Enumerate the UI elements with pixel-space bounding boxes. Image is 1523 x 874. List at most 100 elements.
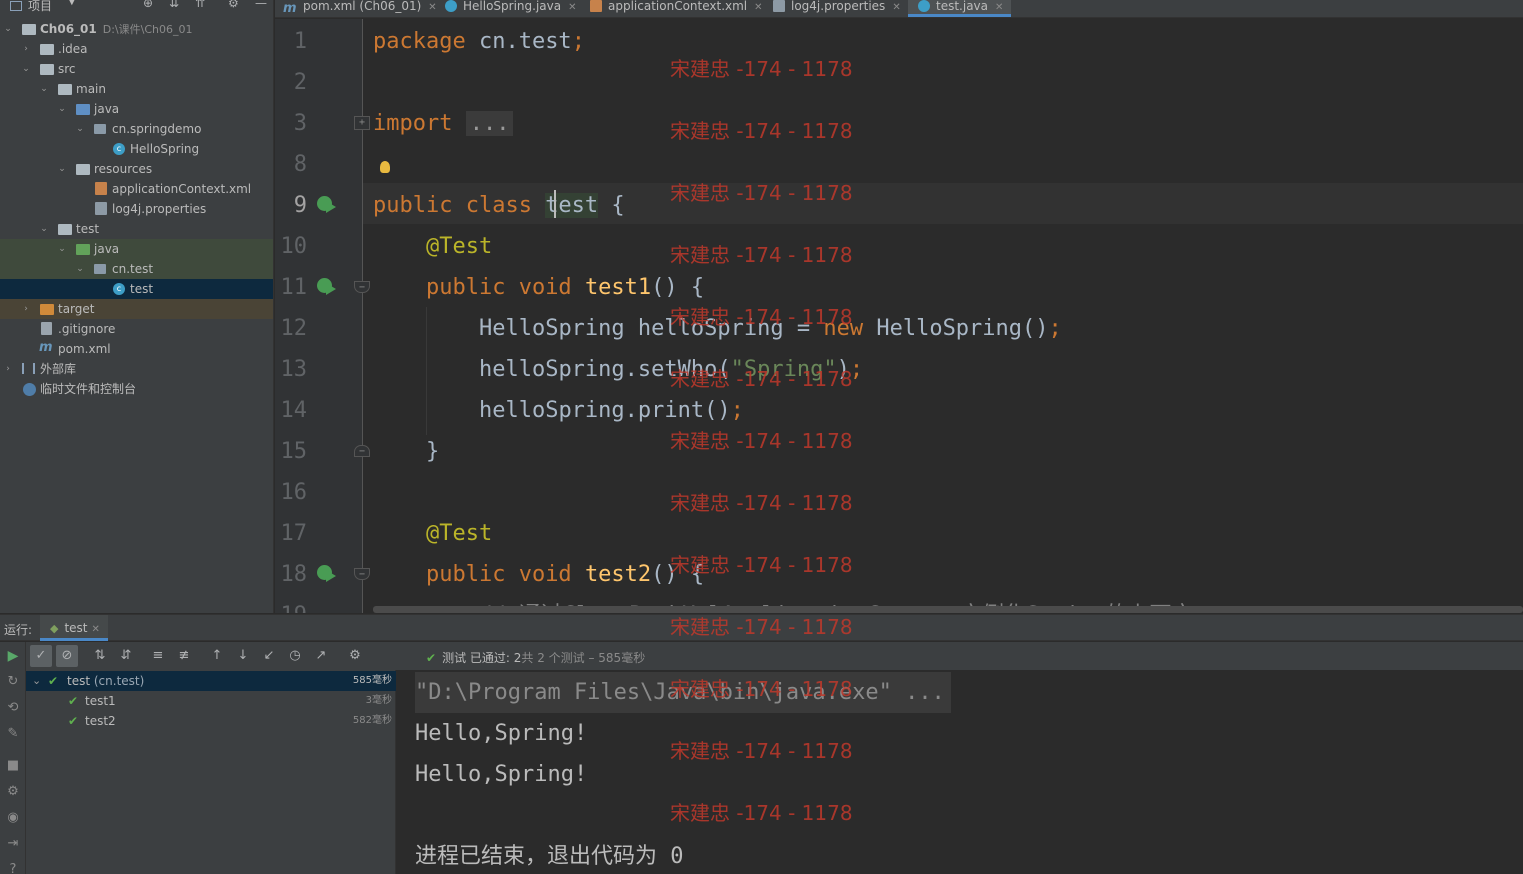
test-runner-toolbar: ✓ ⊘ ⇅ ⇵ ≡ ≢ ↑ ↓ ↙ ◷ ↗ ⚙ ✔ 测试 已通过: 2共 2 个测… [26,642,1523,670]
fold-collapse-icon[interactable]: − [354,281,370,293]
horizontal-scrollbar[interactable] [373,606,1523,613]
tree-item-ch06-01[interactable]: ⌄ Ch06_01 D:\课件\Ch06_01 [0,19,273,39]
run-test-icon[interactable] [317,562,339,584]
camera-icon[interactable]: ◉ [3,808,23,828]
tree-item-label: .gitignore [58,322,116,336]
tab-test-java[interactable]: test.java ✕ [908,0,1012,17]
show-passed-icon[interactable]: ✓ [30,645,52,667]
chevron-right-icon[interactable]: › [3,359,13,379]
folded-imports[interactable]: ... [465,111,514,136]
export-icon[interactable]: ↗ [310,645,332,667]
chevron-down-icon[interactable]: ⌄ [32,671,41,691]
run-tab-test[interactable]: ◆ test ✕ [40,615,108,641]
fold-expand-icon[interactable]: + [354,116,370,130]
tree-item-applicationcontext[interactable]: applicationContext.xml [0,179,273,199]
chevron-down-icon[interactable]: ⌄ [57,239,67,259]
watermark: 宋建忠 -174 - 1178 [670,491,853,515]
gear-icon[interactable]: ⚙ [228,0,239,10]
chevron-down-icon[interactable]: ⌄ [57,159,67,179]
tree-item-hellospring[interactable]: c HelloSpring [0,139,273,159]
chevron-right-icon[interactable]: › [21,39,31,59]
tab-applicationcontext-xml[interactable]: applicationContext.xml ✕ [590,0,763,17]
code-editor[interactable]: 1 2 3 8 9 10 11 12 13 14 15 16 17 18 19 … [275,19,1523,613]
chevron-down-icon[interactable]: ⌄ [75,259,85,279]
import-tests-icon[interactable]: ↙ [258,645,280,667]
watermark: 宋建忠 -174 - 1178 [670,57,853,81]
close-icon[interactable]: ✕ [568,2,576,13]
close-icon[interactable]: ✕ [754,2,762,13]
chevron-right-icon[interactable]: › [21,299,31,319]
test-row-suite[interactable]: ⌄ ✔ test (cn.test) 585毫秒 [26,671,396,691]
tree-item-test-folder[interactable]: ⌄ test [0,219,273,239]
close-icon[interactable]: ✕ [92,624,100,635]
code-line-18: public void test2() { [425,562,705,587]
tab-pom-xml[interactable]: m pom.xml (Ch06_01) ✕ [283,0,437,17]
console-output[interactable]: "D:\Program Files\Java\bin\java.exe" ...… [397,670,1523,874]
tree-item-external-libraries[interactable]: › 外部库 [0,359,273,379]
arrow-down-icon[interactable]: ↓ [232,645,254,667]
tree-item-src[interactable]: ⌄ src [0,59,273,79]
sort-alpha-icon[interactable]: ⇅ [89,645,111,667]
hide-panel-icon[interactable]: — [255,0,267,10]
lightbulb-icon[interactable] [380,161,390,173]
close-icon[interactable]: ✕ [892,2,900,13]
project-panel: 项目 ▼ ⊕ ⇊ ⇈ ⚙ — ⌄ Ch06_01 D:\课件\Ch06_01 › … [0,0,274,613]
settings-icon[interactable]: ⚙ [3,782,23,802]
tree-item-cn-springdemo[interactable]: ⌄ cn.springdemo [0,119,273,139]
chevron-down-icon[interactable]: ▼ [68,0,76,7]
tree-item-idea[interactable]: › .idea [0,39,273,59]
expand-all-icon[interactable]: ≡ [147,645,169,667]
gear-icon[interactable]: ⚙ [344,645,366,667]
tree-item-resources[interactable]: ⌄ resources [0,159,273,179]
tree-item-java-main[interactable]: ⌄ java [0,99,273,119]
collapse-all-icon[interactable]: ≢ [173,645,195,667]
collapse-all-icon[interactable]: ⇈ [195,0,205,10]
code-line-3: import ... [373,103,514,144]
chevron-down-icon[interactable]: ⌄ [3,19,13,39]
tab-log4j-properties[interactable]: log4j.properties ✕ [773,0,901,17]
chevron-down-icon[interactable]: ⌄ [39,219,49,239]
check-icon: ✔ [48,674,59,688]
chevron-down-icon[interactable]: ⌄ [57,99,67,119]
close-icon[interactable]: ✕ [428,2,436,13]
run-test-icon[interactable] [317,193,339,215]
locate-icon[interactable]: ⊕ [143,0,153,10]
chevron-down-icon[interactable]: ⌄ [21,59,31,79]
stop-icon[interactable]: ■ [3,756,23,776]
check-icon: ✔ [426,651,437,665]
code-line-11: public void test1() { [425,275,705,300]
exit-icon[interactable]: ⇥ [3,834,23,854]
tab-hellospring-java[interactable]: HelloSpring.java ✕ [445,0,577,17]
test-row-test2[interactable]: ✔ test2 582毫秒 [26,711,396,731]
tree-item-log4j[interactable]: log4j.properties [0,199,273,219]
tree-item-test-class[interactable]: c test [0,279,273,299]
tree-item-cn-test[interactable]: ⌄ cn.test [0,259,273,279]
sort-duration-icon[interactable]: ⇵ [115,645,137,667]
tree-item-label: log4j.properties [112,202,207,216]
tree-item-java-test[interactable]: ⌄ java [0,239,273,259]
help-icon[interactable]: ? [3,860,23,874]
fold-collapse-icon[interactable]: − [354,445,370,457]
run-test-icon[interactable] [317,275,339,297]
tree-item-label: 外部库 [40,362,77,376]
fold-collapse-icon[interactable]: − [354,568,370,580]
folder-icon [40,64,54,75]
close-icon[interactable]: ✕ [995,2,1003,13]
show-ignored-icon[interactable]: ⊘ [56,645,78,667]
rerun-icon[interactable]: ▶ [3,646,23,666]
chevron-down-icon[interactable]: ⌄ [75,119,85,139]
wrench-icon[interactable]: ✎ [3,724,23,744]
chevron-down-icon[interactable]: ⌄ [39,79,49,99]
history-icon[interactable]: ◷ [284,645,306,667]
expand-all-icon[interactable]: ⇊ [169,0,179,10]
tree-item-target[interactable]: › target [0,299,273,319]
project-view-selector[interactable]: 项目 [10,0,52,14]
tree-item-pom[interactable]: m pom.xml [0,339,273,359]
rerun-failed-icon[interactable]: ↻ [3,672,23,692]
toggle-auto-test-icon[interactable]: ⟲ [3,698,23,718]
tree-item-main[interactable]: ⌄ main [0,79,273,99]
test-row-test1[interactable]: ✔ test1 3毫秒 [26,691,396,711]
arrow-up-icon[interactable]: ↑ [206,645,228,667]
tree-item-gitignore[interactable]: .gitignore [0,319,273,339]
tree-item-scratches[interactable]: 临时文件和控制台 [0,379,273,399]
